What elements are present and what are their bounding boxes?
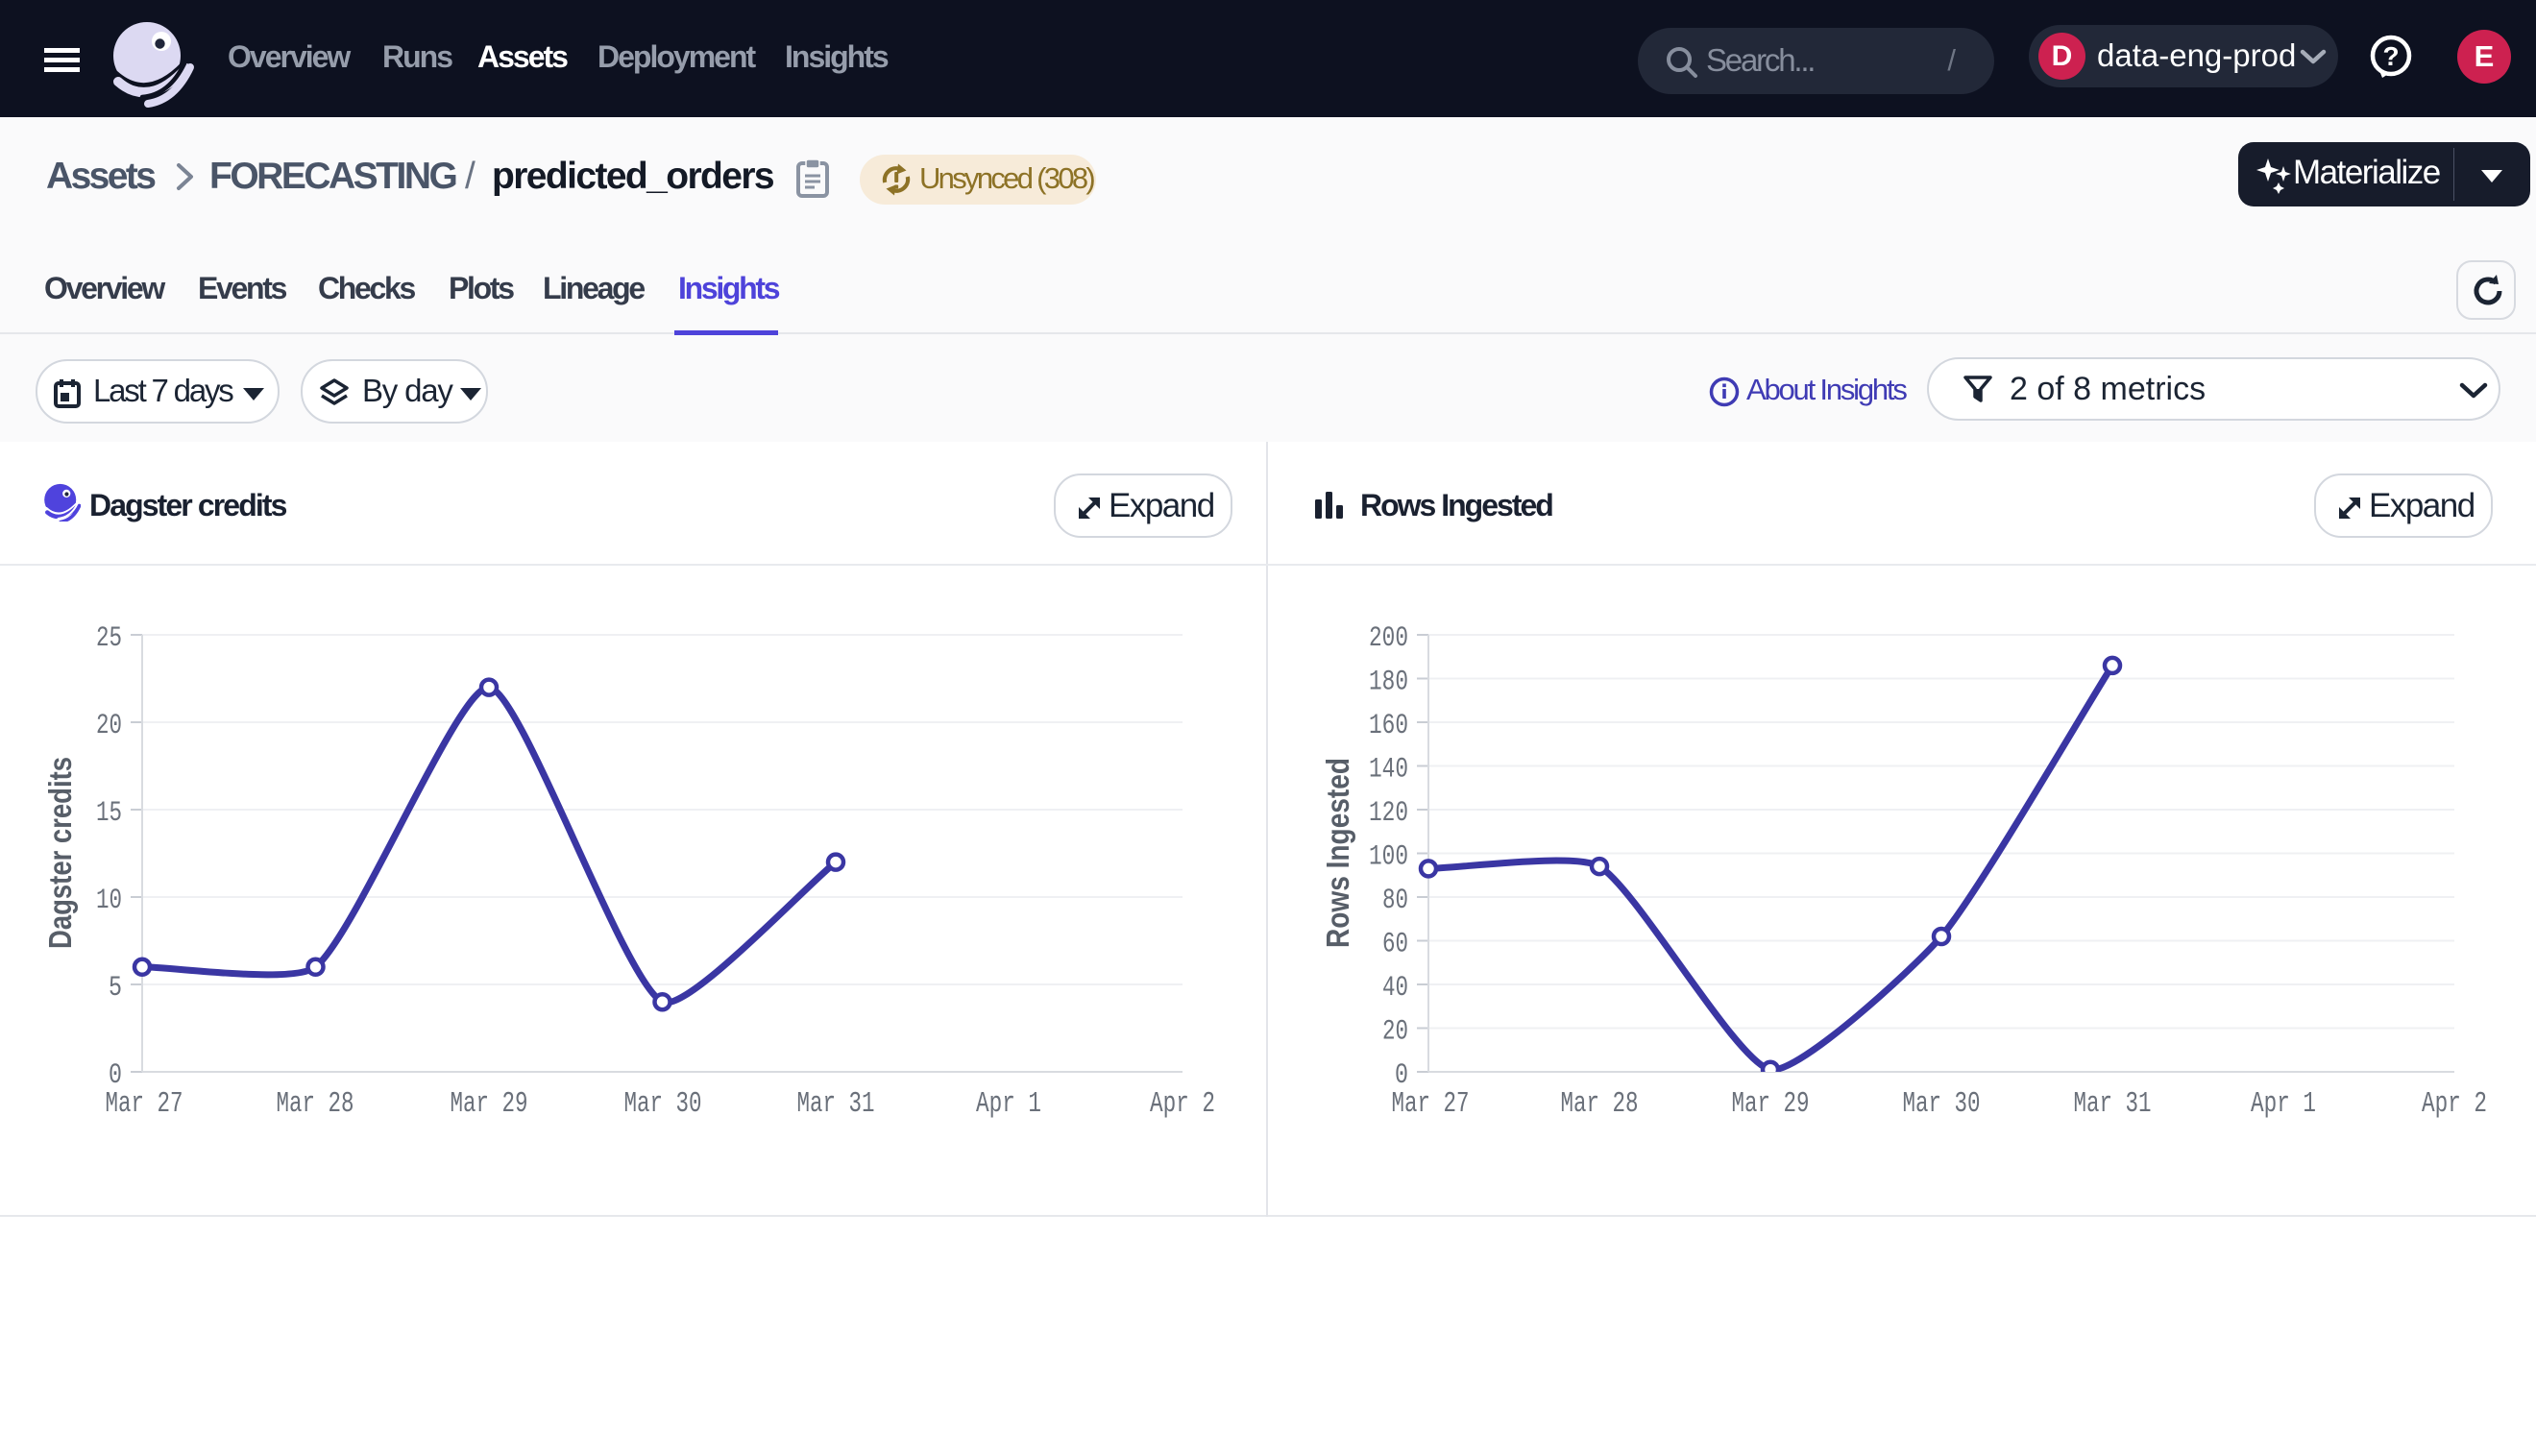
svg-text:Mar 30: Mar 30 <box>1903 1087 1981 1121</box>
svg-text:Mar 31: Mar 31 <box>797 1087 875 1121</box>
svg-text:Mar 31: Mar 31 <box>2074 1087 2152 1121</box>
svg-text:Mar 29: Mar 29 <box>451 1087 528 1121</box>
svg-text:Mar 27: Mar 27 <box>1392 1087 1470 1121</box>
svg-text:Mar 29: Mar 29 <box>1732 1087 1810 1121</box>
svg-text:15: 15 <box>96 797 122 830</box>
svg-text:Apr 1: Apr 1 <box>976 1087 1041 1121</box>
svg-text:20: 20 <box>1382 1016 1408 1049</box>
svg-text:Apr 2: Apr 2 <box>2422 1087 2487 1121</box>
svg-text:200: 200 <box>1369 622 1408 655</box>
svg-text:160: 160 <box>1369 710 1408 742</box>
svg-text:20: 20 <box>96 710 122 742</box>
svg-text:Apr 2: Apr 2 <box>1150 1087 1215 1121</box>
svg-text:80: 80 <box>1382 885 1408 917</box>
svg-text:Mar 27: Mar 27 <box>106 1087 183 1121</box>
svg-text:25: 25 <box>96 622 122 655</box>
svg-text:5: 5 <box>109 972 122 1005</box>
svg-text:140: 140 <box>1369 754 1408 787</box>
svg-text:Mar 28: Mar 28 <box>1561 1087 1639 1121</box>
svg-text:100: 100 <box>1369 841 1408 874</box>
svg-text:180: 180 <box>1369 667 1408 699</box>
svg-text:Dagster credits: Dagster credits <box>42 757 78 949</box>
svg-text:Mar 28: Mar 28 <box>277 1087 354 1121</box>
svg-text:10: 10 <box>96 885 122 917</box>
svg-text:Rows Ingested: Rows Ingested <box>1320 758 1355 948</box>
svg-text:40: 40 <box>1382 972 1408 1005</box>
svg-text:Apr 1: Apr 1 <box>2251 1087 2316 1121</box>
svg-text:60: 60 <box>1382 929 1408 961</box>
svg-text:Mar 30: Mar 30 <box>624 1087 702 1121</box>
svg-text:120: 120 <box>1369 797 1408 830</box>
svg-text:?: ? <box>2382 41 2399 71</box>
